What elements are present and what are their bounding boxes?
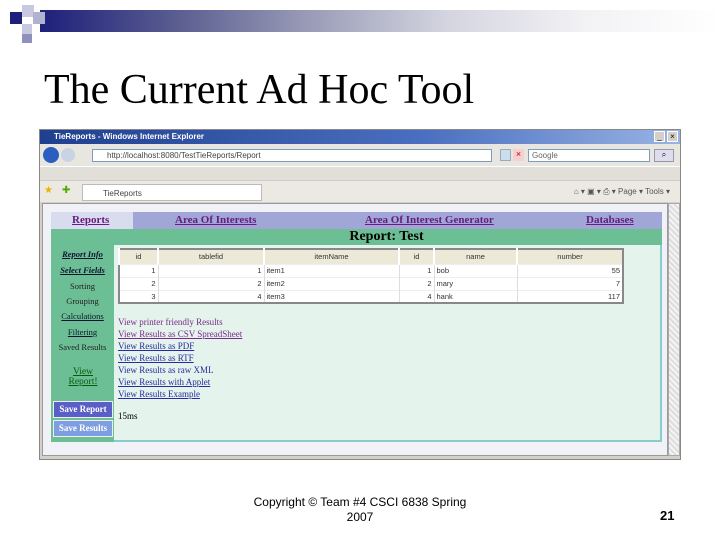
nav-area-of-interest-generator[interactable]: Area Of Interest Generator [365, 214, 494, 226]
sidebar-sorting[interactable]: Sorting [51, 281, 114, 291]
nav-reports[interactable]: Reports [72, 214, 109, 226]
address-bar: http://localhost:8080/TestTieReports/Rep… [40, 144, 680, 166]
cell: item2 [264, 276, 400, 290]
cell: 2 [399, 276, 435, 290]
cell: hank [434, 289, 518, 303]
search-input[interactable]: Google [528, 149, 650, 162]
sidebar-saved-results[interactable]: Saved Results [51, 342, 114, 352]
cell: item1 [264, 263, 400, 277]
column-header: name [433, 249, 518, 264]
sidebar-filtering[interactable]: Filtering [51, 327, 114, 337]
decor-square [22, 34, 32, 43]
browser-tab[interactable]: TieReports [82, 184, 262, 201]
column-header: itemName [263, 249, 400, 264]
home-icon[interactable]: ⌂ ▾ [574, 187, 585, 196]
forward-icon[interactable] [61, 148, 75, 162]
link-csv[interactable]: View Results as CSV SpreadSheet [118, 329, 242, 339]
feeds-icon[interactable]: ▣ ▾ [587, 187, 601, 196]
header-gradient-bar [40, 10, 720, 32]
command-bar [40, 166, 680, 180]
table-row: 1 1 item1 1 bob 55 [119, 263, 624, 277]
print-icon[interactable]: ⎙ ▾ [603, 187, 616, 196]
scrollbar[interactable] [668, 203, 680, 456]
cell: 1 [158, 263, 265, 277]
timing-text: 15ms [118, 411, 138, 421]
cell: mary [434, 276, 518, 290]
column-header: id [118, 249, 159, 264]
link-rtf[interactable]: View Results as RTF [118, 353, 194, 363]
report-title: Report: Test [51, 229, 662, 245]
main-panel: id tablefid itemName id name number 1 1 it… [114, 245, 662, 442]
url-input[interactable]: http://localhost:8080/TestTieReports/Rep… [92, 149, 492, 162]
page-number: 21 [660, 508, 675, 523]
top-nav: Reports Area Of Interests Area Of Intere… [51, 212, 662, 229]
cell: 55 [517, 263, 624, 277]
table-row: 3 4 item3 4 hank 117 [119, 289, 624, 303]
refresh-icon[interactable] [500, 149, 511, 161]
save-results-button[interactable]: Save Results [53, 420, 113, 437]
column-header: number [516, 249, 624, 264]
favorites-star-icon[interactable]: ★ [44, 185, 53, 196]
link-printer-friendly[interactable]: View printer friendly Results [118, 317, 223, 327]
link-pdf[interactable]: View Results as PDF [118, 341, 194, 351]
sidebar-calculations[interactable]: Calculations [51, 311, 114, 321]
column-header: id [398, 249, 435, 264]
nav-area-of-interests[interactable]: Area Of Interests [175, 214, 256, 226]
minimize-button[interactable]: _ [654, 131, 665, 142]
cell: 7 [517, 276, 624, 290]
cell: 1 [119, 263, 159, 277]
cell: 117 [517, 289, 624, 303]
cell: 2 [119, 276, 159, 290]
link-xml[interactable]: View Results as raw XML [118, 365, 213, 375]
slide-title: The Current Ad Hoc Tool [44, 67, 475, 113]
cell: 3 [119, 289, 159, 303]
save-report-button[interactable]: Save Report [53, 401, 113, 418]
ie-toolbar: ⌂ ▾ ▣ ▾ ⎙ ▾ Page ▾ Tools ▾ [573, 187, 670, 196]
cell: 2 [158, 276, 265, 290]
page-content: Reports Area Of Interests Area Of Intere… [42, 203, 668, 456]
close-window-button[interactable]: × [667, 131, 678, 142]
decor-square [22, 24, 32, 34]
decor-square [33, 12, 45, 24]
column-header: tablefid [157, 249, 265, 264]
cell: 4 [158, 289, 265, 303]
tab-bar: ★ ✚ TieReports ⌂ ▾ ▣ ▾ ⎙ ▾ Page ▾ Tools … [40, 180, 680, 202]
add-favorites-icon[interactable]: ✚ [62, 185, 70, 196]
page-menu[interactable]: Page [618, 187, 637, 196]
sidebar: Report Info Select Fields Sorting Groupi… [51, 245, 114, 442]
nav-databases[interactable]: Databases [586, 214, 634, 226]
cell: 1 [399, 263, 435, 277]
window-title: TieReports - Windows Internet Explorer [40, 130, 680, 144]
cell: bob [434, 263, 518, 277]
sidebar-grouping[interactable]: Grouping [51, 296, 114, 306]
link-applet[interactable]: View Results with Applet [118, 377, 210, 387]
view-report-link[interactable]: View Report! [63, 367, 103, 387]
slide-footer: Copyright © Team #4 CSCI 6838 Spring 200… [253, 495, 467, 524]
tools-menu[interactable]: Tools [645, 187, 664, 196]
back-icon[interactable] [43, 147, 59, 163]
stop-icon[interactable]: × [513, 149, 524, 161]
cell: 4 [399, 289, 435, 303]
results-table: id tablefid itemName id name number 1 1 it… [118, 248, 624, 304]
decor-square [10, 12, 22, 24]
table-row: 2 2 item2 2 mary 7 [119, 276, 624, 290]
search-icon[interactable]: ⌕ [654, 149, 674, 162]
sidebar-select-fields[interactable]: Select Fields [51, 265, 114, 275]
cell: item3 [264, 289, 400, 303]
browser-window: TieReports - Windows Internet Explorer _… [39, 129, 681, 460]
sidebar-report-info[interactable]: Report Info [51, 249, 114, 259]
link-example[interactable]: View Results Example [118, 389, 200, 399]
